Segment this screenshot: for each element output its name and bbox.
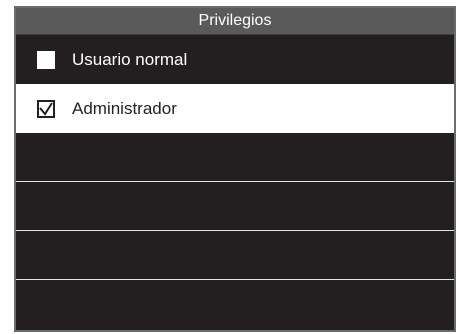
checked-checkbox-icon[interactable] xyxy=(37,99,55,118)
empty-row xyxy=(16,182,454,231)
empty-row xyxy=(16,133,454,182)
option-administrator[interactable]: Administrador xyxy=(16,84,454,133)
privilege-list: Usuario normal Administrador xyxy=(16,35,454,329)
empty-row xyxy=(16,231,454,280)
privileges-screen: Privilegios Usuario normal Administrador xyxy=(14,6,456,332)
page-title: Privilegios xyxy=(16,8,454,35)
option-normal-user[interactable]: Usuario normal xyxy=(16,35,454,84)
option-label: Usuario normal xyxy=(72,49,188,69)
unchecked-checkbox-icon[interactable] xyxy=(37,50,55,69)
option-label: Administrador xyxy=(72,98,177,118)
empty-row xyxy=(16,280,454,329)
checkmark-icon xyxy=(39,101,53,116)
